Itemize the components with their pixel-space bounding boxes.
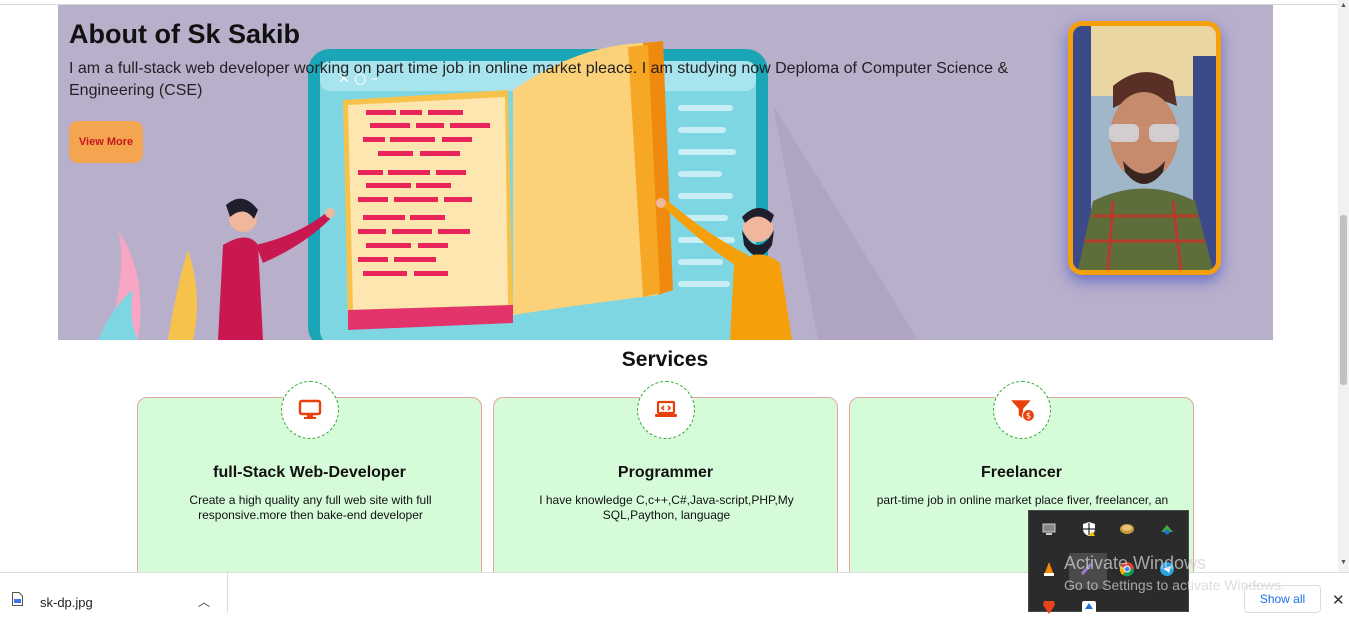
monitor-icon xyxy=(281,381,339,439)
service-card-title: full-Stack Web-Developer xyxy=(213,464,406,481)
image-file-icon xyxy=(12,592,23,606)
funnel-dollar-icon: $ xyxy=(993,381,1051,439)
brave-tray-icon[interactable] xyxy=(1039,597,1059,617)
page-scrollbar[interactable]: ▲ ▼ xyxy=(1338,0,1349,572)
security-warning-tray-icon[interactable] xyxy=(1079,519,1099,539)
network-tray-icon[interactable] xyxy=(1157,519,1177,539)
service-card-programmer: Programmer I have knowledge C,c++,C#,Jav… xyxy=(493,381,838,572)
service-card-text: part-time job in online market place fiv… xyxy=(876,493,1169,507)
close-icon[interactable]: ✕ xyxy=(1332,591,1345,609)
about-hero: ✕ ○ – About of Sk Sakib I am a full-stac… xyxy=(58,5,1273,340)
service-card-text: I have knowledge C,c++,C#,Java-script,PH… xyxy=(539,493,794,522)
profile-portrait-image xyxy=(1073,26,1216,270)
activate-windows-title: Activate Windows xyxy=(1064,553,1207,573)
scroll-up-arrow-icon[interactable]: ▲ xyxy=(1340,2,1347,9)
vlc-tray-icon[interactable] xyxy=(1039,559,1059,579)
web-page-viewport: ✕ ○ – About of Sk Sakib I am a full-stac… xyxy=(0,0,1349,572)
app-tray-icon[interactable] xyxy=(1117,519,1137,539)
scroll-thumb[interactable] xyxy=(1340,215,1347,385)
service-card-title: Freelancer xyxy=(981,464,1062,481)
svg-text:$: $ xyxy=(1026,412,1032,422)
service-card-web-developer: full-Stack Web-Developer Create a high q… xyxy=(137,381,482,572)
service-card-text: Create a high quality any full web site … xyxy=(189,493,432,522)
chevron-up-icon[interactable]: ︿ xyxy=(198,593,210,610)
display-tray-icon[interactable] xyxy=(1039,519,1059,539)
hero-title: About of Sk Sakib xyxy=(69,19,301,49)
hero-description: I am a full-stack web developer working … xyxy=(69,60,1009,99)
laptop-code-icon xyxy=(637,381,695,439)
cloud-tray-icon[interactable] xyxy=(1079,597,1099,617)
download-file-name: sk-dp.jpg xyxy=(40,595,93,610)
activate-windows-subtitle: Go to Settings to activate Windows. xyxy=(1064,577,1285,593)
scroll-down-arrow-icon[interactable]: ▼ xyxy=(1340,559,1347,566)
services-heading: Services xyxy=(621,348,709,371)
download-item[interactable]: sk-dp.jpg ︿ xyxy=(0,573,228,613)
service-card-title: Programmer xyxy=(617,464,714,481)
profile-photo xyxy=(1068,21,1221,275)
view-more-button[interactable]: View More xyxy=(69,121,143,163)
